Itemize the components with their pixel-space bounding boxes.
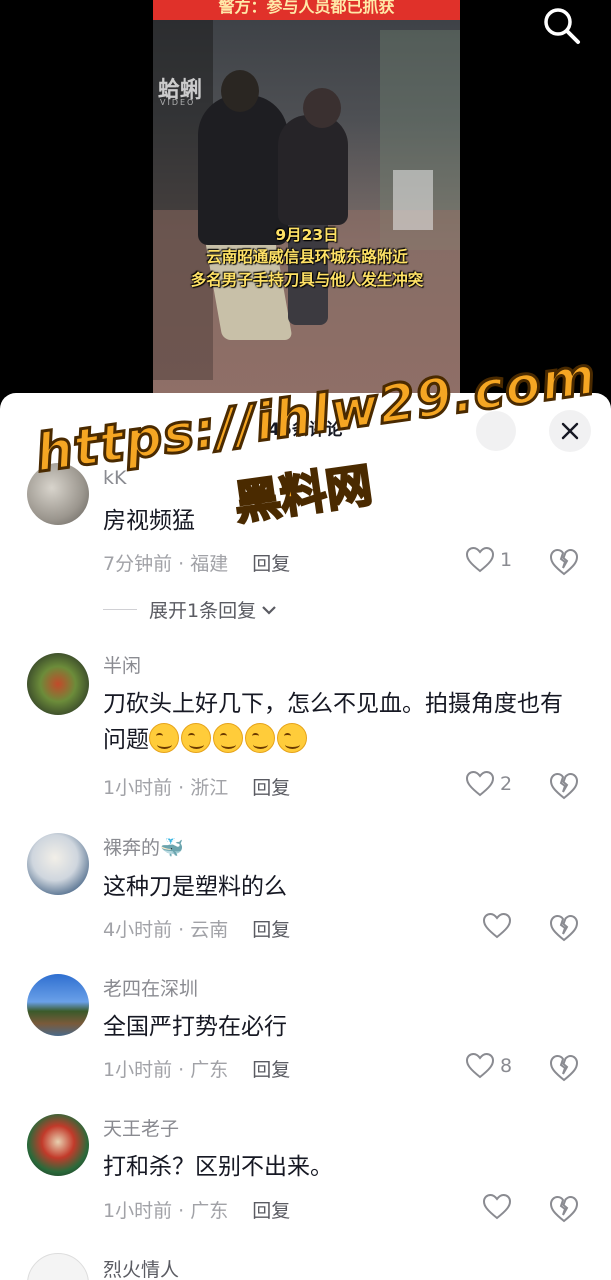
video-frame bbox=[153, 0, 460, 400]
reply-button[interactable]: 回复 bbox=[252, 1059, 290, 1081]
comment-username[interactable]: 天王老子 bbox=[103, 1114, 179, 1141]
video-watermark-sub: VIDEO bbox=[160, 98, 196, 107]
comment-username[interactable]: 半闲 bbox=[103, 651, 141, 678]
avatar[interactable] bbox=[27, 974, 89, 1036]
avatar[interactable] bbox=[27, 1253, 89, 1280]
dislike-icon[interactable] bbox=[550, 914, 578, 942]
comment-meta: 1小时前 · 广东 回复 bbox=[103, 1059, 291, 1081]
heart-icon bbox=[466, 771, 494, 797]
comment-time: 1小时前 bbox=[103, 1059, 173, 1081]
expand-divider bbox=[103, 609, 137, 610]
comment-meta: 1小时前 · 广东 回复 bbox=[103, 1200, 291, 1222]
video-caption-line: 多名男子手持刀具与他人发生冲突 bbox=[190, 271, 424, 289]
reply-button[interactable]: 回复 bbox=[252, 1200, 290, 1222]
expand-replies-label: 展开1条回复 bbox=[149, 600, 257, 622]
expand-replies-button[interactable]: 展开1条回复 bbox=[149, 596, 278, 623]
comment-text: 打和杀？区别不出来。 bbox=[103, 1154, 333, 1180]
emoji-icon bbox=[277, 723, 307, 753]
like-button[interactable]: 2 bbox=[466, 771, 512, 797]
comment-location: 广东 bbox=[190, 1200, 229, 1222]
dislike-icon[interactable] bbox=[550, 772, 578, 800]
comment-count-title: 45条评论 bbox=[268, 420, 343, 440]
dislike-icon[interactable] bbox=[550, 1195, 578, 1223]
emoji-icon bbox=[213, 723, 243, 753]
comment-location: 云南 bbox=[190, 919, 229, 941]
comment-time: 1小时前 bbox=[103, 777, 173, 799]
emoji-icon bbox=[149, 723, 179, 753]
comment-time: 1小时前 bbox=[103, 1200, 173, 1222]
comment-username[interactable]: 烈火情人 bbox=[103, 1255, 179, 1280]
comment-text: 刀砍头上好几下，怎么不见血。拍摄角度也有问题 bbox=[103, 686, 573, 758]
like-count: 1 bbox=[500, 549, 513, 571]
close-button[interactable] bbox=[549, 410, 591, 452]
video-person bbox=[198, 95, 288, 245]
avatar[interactable] bbox=[27, 833, 89, 895]
like-count: 8 bbox=[500, 1055, 513, 1077]
heart-icon bbox=[483, 1194, 511, 1220]
reply-button[interactable]: 回复 bbox=[252, 919, 290, 941]
video-banner: 警方：参与人员都已抓获 bbox=[153, 0, 460, 20]
dislike-icon[interactable] bbox=[550, 548, 578, 576]
comment-sheet: 45条评论 kK 房视频猛 7分钟前 · 福建 回复 1 展开1条回复 半闲 刀砍… bbox=[0, 393, 611, 1280]
search-button[interactable] bbox=[540, 4, 582, 46]
comment-text: 这种刀是塑料的么 bbox=[103, 874, 287, 900]
reply-button[interactable]: 回复 bbox=[252, 777, 290, 799]
video-player[interactable]: 警方：参与人员都已抓获 蛤蜊 VIDEO 9月23日 云南昭通威信县环城东路附近… bbox=[0, 0, 611, 400]
like-button[interactable] bbox=[483, 913, 511, 939]
video-blur bbox=[393, 170, 433, 230]
comment-username[interactable]: 裸奔的🐳 bbox=[103, 833, 184, 860]
like-button[interactable]: 8 bbox=[466, 1053, 512, 1079]
comment-username[interactable]: 老四在深圳 bbox=[103, 974, 198, 1001]
comment-text: 房视频猛 bbox=[103, 508, 195, 534]
comment-text: 全国严打势在必行 bbox=[103, 1014, 287, 1040]
heart-icon bbox=[483, 913, 511, 939]
heart-icon bbox=[466, 1053, 494, 1079]
comment-location: 广东 bbox=[190, 1059, 229, 1081]
close-icon bbox=[561, 422, 579, 440]
search-icon bbox=[544, 8, 580, 44]
video-person bbox=[278, 115, 348, 225]
dislike-icon[interactable] bbox=[550, 1054, 578, 1082]
avatar[interactable] bbox=[27, 463, 89, 525]
comment-time: 4小时前 bbox=[103, 919, 173, 941]
comment-username[interactable]: kK bbox=[103, 467, 126, 489]
emoji-icon bbox=[245, 723, 275, 753]
reply-button[interactable]: 回复 bbox=[252, 553, 290, 575]
heart-icon bbox=[466, 547, 494, 573]
avatar[interactable] bbox=[27, 1114, 89, 1176]
like-button[interactable] bbox=[483, 1194, 511, 1220]
like-count: 2 bbox=[500, 773, 513, 795]
video-caption-line: 云南昭通威信县环城东路附近 bbox=[206, 248, 408, 266]
comment-time: 7分钟前 bbox=[103, 553, 173, 575]
video-caption-line: 9月23日 bbox=[275, 226, 339, 244]
video-person-head bbox=[303, 88, 341, 128]
comment-location: 福建 bbox=[190, 553, 229, 575]
comment-meta: 1小时前 · 浙江 回复 bbox=[103, 777, 291, 799]
comment-meta: 7分钟前 · 福建 回复 bbox=[103, 553, 291, 575]
emoji-icon bbox=[181, 723, 211, 753]
avatar[interactable] bbox=[27, 653, 89, 715]
like-button[interactable]: 1 bbox=[466, 547, 512, 573]
video-person-head bbox=[221, 70, 259, 112]
comment-location: 浙江 bbox=[190, 777, 229, 799]
comment-meta: 4小时前 · 云南 回复 bbox=[103, 919, 291, 941]
sheet-action-button[interactable] bbox=[476, 411, 516, 451]
chevron-down-icon bbox=[262, 605, 276, 615]
